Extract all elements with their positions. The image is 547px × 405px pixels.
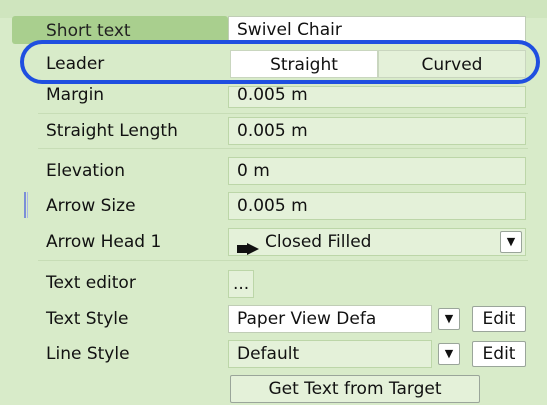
- text-style-dropdown-button[interactable]: ▼: [438, 308, 460, 330]
- get-text-from-target-button[interactable]: Get Text from Target: [230, 375, 480, 403]
- arrow-size-label: Arrow Size: [46, 196, 136, 216]
- text-editor-button[interactable]: ...: [228, 270, 254, 298]
- margin-input[interactable]: 0.005 m: [228, 86, 526, 108]
- arrow-head-1-label: Arrow Head 1: [46, 232, 162, 252]
- closed-filled-arrow-icon: [237, 237, 259, 255]
- margin-label: Margin: [46, 85, 105, 105]
- arrow-head-1-dropdown-button[interactable]: ▼: [500, 231, 522, 253]
- arrow-head-1-value: Closed Filled: [265, 232, 372, 252]
- line-style-select[interactable]: Default: [228, 340, 432, 368]
- elevation-label: Elevation: [46, 161, 125, 181]
- arrow-head-1-select[interactable]: Closed Filled: [228, 228, 526, 256]
- drag-handle[interactable]: [24, 192, 26, 218]
- text-editor-label: Text editor: [46, 273, 136, 293]
- drag-handle-shadow: [27, 192, 28, 218]
- straight-length-label: Straight Length: [46, 121, 178, 141]
- line-style-dropdown-button[interactable]: ▼: [438, 343, 460, 365]
- text-style-edit-button[interactable]: Edit: [472, 306, 526, 332]
- straight-length-input[interactable]: 0.005 m: [228, 117, 526, 145]
- arrow-size-input[interactable]: 0.005 m: [228, 192, 526, 220]
- row-divider: [38, 260, 528, 261]
- text-style-label: Text Style: [46, 309, 129, 329]
- text-style-select[interactable]: Paper View Defa: [228, 305, 432, 333]
- row-divider: [38, 148, 528, 149]
- elevation-input[interactable]: 0 m: [228, 157, 526, 185]
- line-style-label: Line Style: [46, 344, 130, 364]
- leader-highlight-ring: [20, 40, 540, 84]
- row-divider: [38, 113, 528, 114]
- line-style-edit-button[interactable]: Edit: [472, 341, 526, 367]
